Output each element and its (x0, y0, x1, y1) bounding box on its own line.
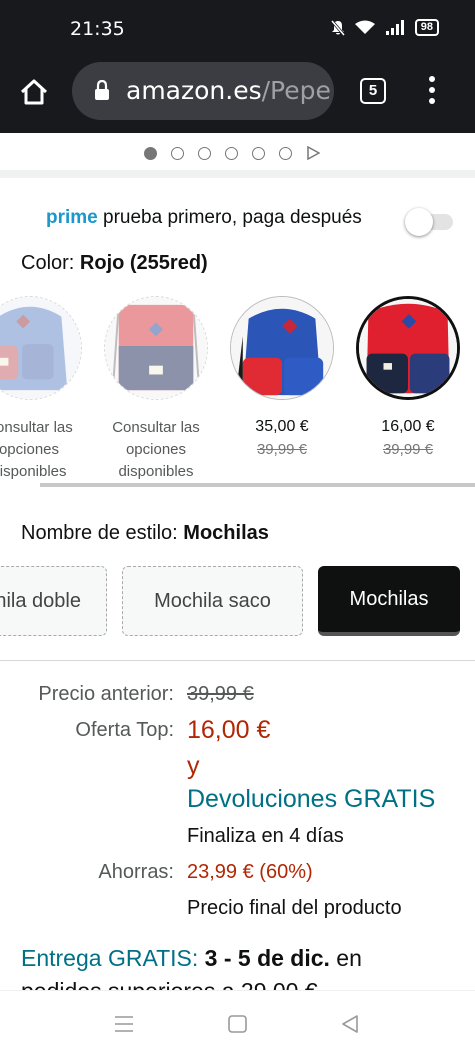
carousel-dot[interactable] (171, 146, 184, 160)
carousel-dot[interactable] (144, 146, 157, 160)
offer-ends: Finaliza en 4 días (187, 825, 344, 847)
toggle-knob (405, 208, 433, 236)
tabs-button[interactable]: 5 (360, 78, 386, 104)
swatch-price: 16,00 € (381, 418, 435, 435)
offer-label: Oferta Top: (75, 719, 174, 741)
style-label: Nombre de estilo: Mochilas (21, 522, 269, 545)
carousel-dot[interactable] (198, 146, 211, 160)
free-delivery-link[interactable]: Entrega GRATIS: (21, 945, 198, 971)
drawstring-bag-image (105, 297, 207, 399)
wifi-icon (354, 20, 375, 34)
battery-icon: 98 (414, 19, 439, 36)
prime-text: prueba primero, paga después (97, 207, 362, 228)
signal-icon (385, 20, 404, 35)
red-backpack-image (359, 299, 457, 397)
swatch-old-price: 39,99 € (256, 441, 308, 458)
swatch-note-line: disponibles (0, 463, 67, 480)
delivery-dates: 3 - 5 de dic. (204, 945, 330, 971)
style-value: Mochilas (183, 522, 269, 544)
swatch-note-line: opciones (125, 441, 187, 458)
url-path: /Pepe (261, 76, 331, 105)
color-value: Rojo (255red) (79, 252, 208, 274)
square-icon[interactable] (228, 1015, 247, 1033)
delivery-info: Entrega GRATIS: 3 - 5 de dic. en (21, 945, 362, 972)
style-option-label: Mochila saco (154, 589, 271, 612)
color-swatch-selected[interactable] (356, 296, 460, 400)
carousel-dot[interactable] (225, 146, 238, 160)
style-option[interactable]: Mochila saco (122, 566, 303, 636)
carousel-dot[interactable] (279, 146, 292, 160)
more-vert-icon[interactable] (424, 76, 440, 106)
style-option[interactable]: Mochila doble (0, 566, 107, 636)
section-divider (0, 660, 475, 661)
system-nav-bar (0, 990, 475, 1056)
carousel-dot[interactable] (252, 146, 265, 160)
url-text: amazon.es/Pepe (126, 76, 331, 105)
prime-toggle[interactable] (405, 208, 453, 236)
status-time: 21:35 (70, 18, 125, 40)
blue-backpack-image (231, 297, 333, 399)
color-swatch[interactable] (230, 296, 334, 400)
swatch-scrollbar[interactable] (40, 483, 475, 487)
swatch-note-line: Consultar las (112, 419, 200, 436)
prime-logo: prime (46, 207, 98, 228)
menu-icon[interactable] (114, 1015, 134, 1033)
carousel-dots (144, 146, 320, 160)
swatch-price: 35,00 € (255, 418, 309, 435)
savings-label: Ahorras: (98, 861, 174, 883)
address-bar[interactable]: amazon.es/Pepe (72, 62, 334, 120)
status-icons: 98 (330, 19, 439, 36)
backpack-image (0, 297, 81, 399)
browser-top-bar: 21:35 98 amazon.es/Pepe 5 (0, 0, 475, 133)
mute-icon (330, 19, 345, 36)
swatch-note: Consultar las opciones disponibles (96, 417, 216, 483)
offer-conjunction: y (187, 752, 200, 780)
swatch-note: Consultar las opciones disponibles (0, 417, 89, 483)
url-domain: amazon.es (126, 76, 262, 105)
previous-price-value: 39,99 € (187, 683, 254, 705)
lock-icon (95, 80, 109, 100)
section-divider (0, 170, 475, 178)
free-returns-link[interactable]: Devoluciones GRATIS (187, 785, 435, 814)
style-option-label: Mochila doble (0, 589, 81, 612)
savings-value: 23,99 € (60%) (187, 861, 313, 883)
style-option-label: Mochilas (349, 587, 429, 610)
offer-price: 16,00 € (187, 716, 271, 744)
color-swatch[interactable] (0, 296, 82, 400)
previous-price-label: Precio anterior: (38, 683, 174, 705)
swatch-note-line: Consultar las (0, 419, 73, 436)
color-label: Color: Rojo (255red) (21, 252, 208, 275)
style-label-text: Nombre de estilo: (21, 522, 184, 544)
final-price-note: Precio final del producto (187, 897, 402, 919)
style-option-selected[interactable]: Mochilas (318, 566, 460, 636)
swatch-note-line: opciones (0, 441, 60, 458)
swatch-old-price: 39,99 € (382, 441, 434, 458)
color-swatch[interactable] (104, 296, 208, 400)
color-label-text: Color: (21, 252, 80, 274)
play-icon[interactable] (306, 146, 320, 160)
back-icon[interactable] (341, 1015, 359, 1033)
swatch-note-line: disponibles (118, 463, 194, 480)
delivery-suffix: en (329, 945, 362, 971)
prime-try-before-buy: prime prueba primero, paga después (46, 207, 362, 229)
home-icon[interactable] (18, 76, 50, 108)
